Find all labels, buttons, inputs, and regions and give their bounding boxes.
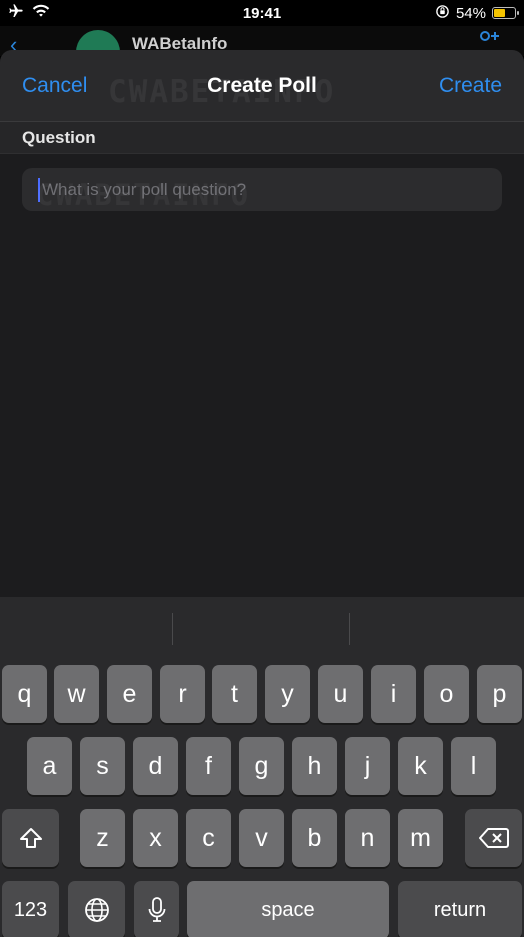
key-w[interactable]: w — [54, 665, 99, 723]
question-section-header: Question — [0, 122, 524, 154]
key-row-3: z x c v b n m — [0, 809, 524, 869]
battery-fill — [494, 9, 505, 17]
text-caret — [38, 177, 40, 202]
key-m[interactable]: m — [398, 809, 443, 867]
key-p[interactable]: p — [477, 665, 522, 723]
key-b[interactable]: b — [292, 809, 337, 867]
create-button[interactable]: Create — [439, 74, 502, 98]
suggestion-divider — [172, 613, 173, 645]
key-q[interactable]: q — [2, 665, 47, 723]
globe-key[interactable] — [68, 881, 125, 937]
orientation-lock-icon — [435, 4, 450, 23]
status-right: 54% — [356, 4, 519, 23]
key-row-2: a s d f g h j k l — [0, 737, 524, 797]
question-placeholder: What is your poll question? — [42, 179, 247, 199]
key-v[interactable]: v — [239, 809, 284, 867]
key-c[interactable]: c — [186, 809, 231, 867]
key-r[interactable]: r — [160, 665, 205, 723]
key-row-4: 123 space return — [0, 881, 524, 937]
numbers-key[interactable]: 123 — [2, 881, 59, 937]
keyboard: q w e r t y u i o p a s d f g h j k l z … — [0, 597, 524, 937]
key-j[interactable]: j — [345, 737, 390, 795]
key-z[interactable]: z — [80, 809, 125, 867]
shift-key[interactable] — [2, 809, 59, 867]
key-d[interactable]: d — [133, 737, 178, 795]
suggestion-divider — [349, 613, 350, 645]
backspace-key[interactable] — [465, 809, 522, 867]
key-t[interactable]: t — [212, 665, 257, 723]
suggestion-bar — [0, 597, 524, 659]
key-x[interactable]: x — [133, 809, 178, 867]
key-n[interactable]: n — [345, 809, 390, 867]
status-time: 19:41 — [242, 4, 282, 22]
key-row-1: q w e r t y u i o p — [0, 665, 524, 725]
microphone-icon — [148, 897, 166, 923]
battery-icon — [492, 7, 519, 19]
key-y[interactable]: y — [265, 665, 310, 723]
globe-icon — [83, 896, 111, 924]
key-a[interactable]: a — [27, 737, 72, 795]
question-input[interactable]: What is your poll question? CWABETAINFO — [22, 168, 502, 212]
battery-percent: 54% — [455, 4, 486, 22]
key-l[interactable]: l — [451, 737, 496, 795]
key-h[interactable]: h — [292, 737, 337, 795]
key-o[interactable]: o — [424, 665, 469, 723]
status-left — [8, 3, 168, 24]
shift-icon — [19, 827, 43, 849]
key-u[interactable]: u — [318, 665, 363, 723]
key-f[interactable]: f — [186, 737, 231, 795]
status-bar: 19:41 54% — [0, 0, 524, 26]
key-g[interactable]: g — [239, 737, 284, 795]
key-e[interactable]: e — [107, 665, 152, 723]
wifi-icon — [32, 4, 50, 23]
key-s[interactable]: s — [80, 737, 125, 795]
dictation-key[interactable] — [134, 881, 179, 937]
space-key[interactable]: space — [187, 881, 389, 937]
backspace-icon — [478, 827, 509, 849]
question-field-wrap: What is your poll question? CWABETAINFO — [0, 154, 524, 212]
key-k[interactable]: k — [398, 737, 443, 795]
nav-bar: Cancel Create Poll Create CWABETAINFO — [0, 50, 524, 122]
key-i[interactable]: i — [371, 665, 416, 723]
return-key[interactable]: return — [398, 881, 522, 937]
airplane-icon — [8, 3, 24, 24]
